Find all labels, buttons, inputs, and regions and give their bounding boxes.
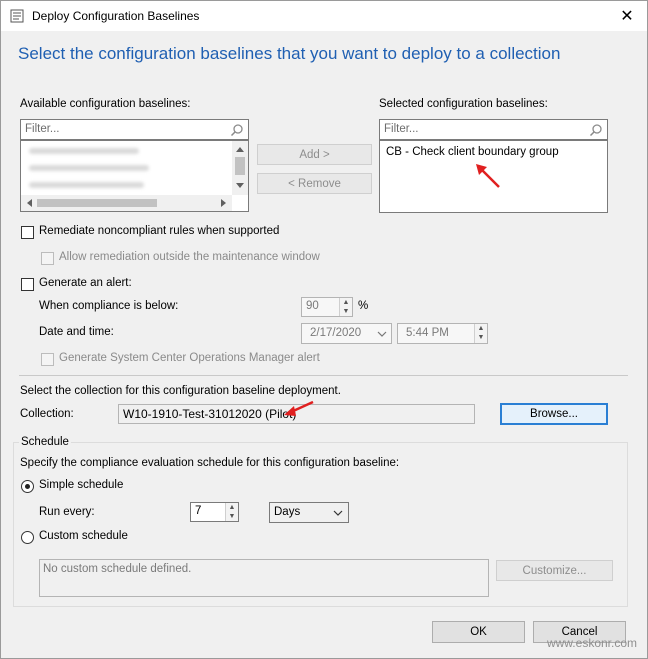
spinner-arrows-icon[interactable]: ▲ ▼: [339, 298, 352, 316]
custom-schedule-summary: No custom schedule defined.: [39, 559, 489, 597]
selected-filter-input[interactable]: Filter...: [379, 119, 608, 140]
available-list-horizontal-scrollbar[interactable]: [21, 195, 232, 211]
run-every-value: 7: [195, 505, 202, 517]
simple-schedule-radio[interactable]: [21, 480, 34, 493]
alert-time-picker[interactable]: 5:44 PM ▲ ▼: [397, 323, 488, 344]
scom-alert-checkbox[interactable]: [41, 353, 54, 366]
available-baselines-list[interactable]: [20, 140, 249, 212]
search-icon: [589, 124, 602, 137]
customize-button[interactable]: Customize...: [496, 560, 613, 581]
alert-time-value: 5:44 PM: [406, 327, 449, 339]
custom-schedule-radio[interactable]: [21, 531, 34, 544]
spinner-arrows-icon[interactable]: ▲ ▼: [474, 324, 487, 343]
page-heading: Select the configuration baselines that …: [18, 44, 561, 63]
window-title: Deploy Configuration Baselines: [32, 9, 200, 23]
add-button[interactable]: Add >: [257, 144, 372, 165]
annotation-arrow-icon: [476, 164, 500, 188]
alert-date-value: 2/17/2020: [310, 327, 362, 339]
watermark: www.eskonr.com: [546, 636, 637, 650]
blurred-list-item[interactable]: [29, 182, 144, 188]
compliance-threshold-value: 90: [306, 300, 319, 312]
alert-date-picker[interactable]: 2/17/2020: [301, 323, 392, 344]
dialog-app-icon: [10, 9, 24, 23]
remediate-label: Remediate noncompliant rules when suppor…: [39, 225, 280, 237]
blurred-list-item[interactable]: [29, 165, 149, 171]
spinner-arrows-icon[interactable]: ▲ ▼: [225, 503, 238, 521]
section-divider: [19, 375, 628, 376]
schedule-group-label: Schedule: [19, 436, 71, 448]
remove-button[interactable]: < Remove: [257, 173, 372, 194]
collection-value: W10-1910-Test-31012020 (Pilot): [123, 407, 297, 421]
title-bar: Deploy Configuration Baselines ✕: [1, 1, 647, 31]
browse-button[interactable]: Browse...: [500, 403, 608, 425]
ok-button[interactable]: OK: [432, 621, 525, 643]
dialog-window: Deploy Configuration Baselines ✕ Select …: [0, 0, 648, 659]
close-button[interactable]: ✕: [607, 1, 647, 31]
compliance-threshold-spinner[interactable]: 90 ▲ ▼: [301, 297, 353, 317]
remediate-checkbox[interactable]: [21, 226, 34, 239]
custom-schedule-text: No custom schedule defined.: [43, 563, 192, 575]
scroll-arrows-icon: [27, 199, 226, 207]
collection-prompt: Select the collection for this configura…: [20, 385, 341, 397]
allow-remediation-label: Allow remediation outside the maintenanc…: [59, 251, 320, 263]
run-every-unit-value: Days: [274, 506, 301, 518]
allow-remediation-checkbox[interactable]: [41, 252, 54, 265]
available-filter-placeholder: Filter...: [25, 123, 60, 135]
available-baselines-label: Available configuration baselines:: [20, 98, 191, 110]
scroll-arrows-icon: [235, 147, 245, 188]
selected-filter-placeholder: Filter...: [384, 123, 419, 135]
simple-schedule-label: Simple schedule: [39, 479, 124, 491]
run-every-label: Run every:: [39, 506, 95, 518]
collection-label: Collection:: [20, 408, 74, 420]
selected-baselines-label: Selected configuration baselines:: [379, 98, 548, 110]
chevron-down-icon: [333, 510, 343, 516]
scom-alert-label: Generate System Center Operations Manage…: [59, 352, 320, 364]
close-icon: ✕: [620, 8, 634, 25]
annotation-arrow-icon: [284, 400, 314, 416]
custom-schedule-label: Custom schedule: [39, 530, 128, 542]
compliance-below-label: When compliance is below:: [39, 300, 179, 312]
selected-list-item[interactable]: CB - Check client boundary group: [386, 146, 559, 158]
search-icon: [230, 124, 243, 137]
available-filter-input[interactable]: Filter...: [20, 119, 249, 140]
percent-sign: %: [358, 300, 369, 312]
generate-alert-label: Generate an alert:: [39, 277, 132, 289]
run-every-spinner[interactable]: 7 ▲ ▼: [190, 502, 239, 522]
chevron-down-icon: [377, 331, 387, 337]
generate-alert-checkbox[interactable]: [21, 278, 34, 291]
run-every-unit-dropdown[interactable]: Days: [269, 502, 349, 523]
blurred-list-item[interactable]: [29, 148, 139, 154]
schedule-description: Specify the compliance evaluation schedu…: [20, 457, 400, 469]
date-time-label: Date and time:: [39, 326, 114, 338]
available-list-vertical-scrollbar[interactable]: [232, 141, 248, 195]
